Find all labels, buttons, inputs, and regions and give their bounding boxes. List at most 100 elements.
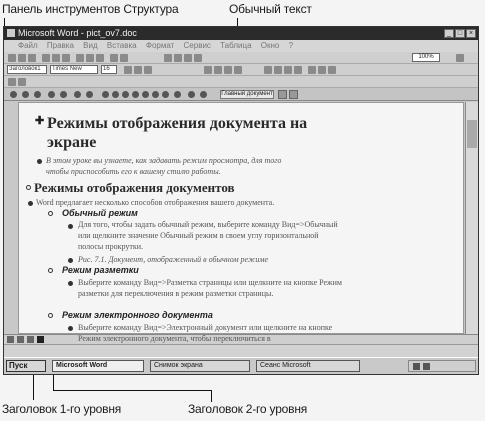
show-level-2-icon[interactable] (112, 91, 119, 98)
size-select[interactable]: 16 (101, 65, 117, 74)
move-down-icon[interactable] (60, 91, 67, 98)
align-right-icon[interactable] (224, 66, 232, 74)
maximize-button[interactable]: □ (455, 29, 465, 38)
drawing-icon[interactable] (184, 54, 192, 62)
preview-icon[interactable] (52, 54, 60, 62)
promote-icon[interactable] (10, 91, 17, 98)
italic-icon[interactable] (134, 66, 142, 74)
font-select[interactable]: Times New Roman (50, 65, 98, 74)
section-intro: Word предлагает несколько способов отобр… (36, 198, 275, 207)
body-text-bullet (37, 159, 42, 164)
undo-icon[interactable] (110, 54, 118, 62)
show-formatting-icon[interactable] (200, 91, 207, 98)
align-center-icon[interactable] (214, 66, 222, 74)
title-bar: Microsoft Word - pict_ov7.doc _ □ × (4, 27, 478, 40)
cut-icon[interactable] (76, 54, 84, 62)
menu-file[interactable]: Файл (18, 41, 38, 50)
body-text-bullet (68, 258, 73, 263)
normal-view-button[interactable] (7, 336, 14, 343)
scroll-thumb[interactable] (467, 120, 477, 148)
outline-view-button[interactable] (37, 336, 44, 343)
word-app-icon (7, 29, 15, 37)
spelling-icon[interactable] (62, 54, 70, 62)
print-icon[interactable] (42, 54, 50, 62)
open-icon[interactable] (18, 54, 26, 62)
copy-icon[interactable] (86, 54, 94, 62)
heading1-outline-symbol[interactable]: ✚ (35, 116, 44, 127)
save-icon[interactable] (28, 54, 36, 62)
font-color-icon[interactable] (328, 66, 336, 74)
underline-icon[interactable] (144, 66, 152, 74)
menu-help[interactable]: ? (289, 41, 293, 50)
heading2-outline-symbol[interactable] (26, 185, 31, 190)
numbering-icon[interactable] (264, 66, 272, 74)
master-document-button[interactable]: Главный документ (220, 90, 274, 99)
master-doc-view-icon[interactable] (278, 90, 287, 99)
justify-icon[interactable] (234, 66, 242, 74)
help-icon[interactable] (456, 54, 464, 62)
show-hide-icon[interactable] (194, 54, 202, 62)
show-level-6-icon[interactable] (152, 91, 159, 98)
paste-icon[interactable] (96, 54, 104, 62)
taskbar-item-word[interactable]: Microsoft Word (52, 360, 144, 372)
show-level-1-icon[interactable] (102, 91, 109, 98)
heading3-outline-symbol[interactable] (48, 268, 53, 273)
figure-caption: Рис. 7.1. Документ, отображенный в обычн… (78, 255, 269, 264)
formatting-toolbar: Заголовок1 Times New Roman 16 (4, 64, 478, 76)
close-button[interactable]: × (466, 29, 476, 38)
tray-icon (413, 363, 420, 370)
redo-icon[interactable] (120, 54, 128, 62)
decrease-indent-icon[interactable] (284, 66, 292, 74)
leader-line-heading2-down (211, 390, 212, 402)
tray-icon (423, 363, 430, 370)
show-level-3-icon[interactable] (122, 91, 129, 98)
style-select[interactable]: Заголовок1 (7, 65, 47, 74)
taskbar: Пуск Microsoft Word Снимок экрана Сеанс … (4, 357, 478, 374)
online-layout-view-button[interactable] (17, 336, 24, 343)
bold-icon[interactable] (124, 66, 132, 74)
bullets-icon[interactable] (274, 66, 282, 74)
outline-toolbar: Главный документ (4, 88, 478, 101)
show-level-5-icon[interactable] (142, 91, 149, 98)
heading3-outline-symbol[interactable] (48, 313, 53, 318)
table-icon[interactable] (164, 54, 172, 62)
show-level-4-icon[interactable] (132, 91, 139, 98)
item-heading-online: Режим электронного документа (62, 310, 213, 320)
taskbar-item-2[interactable]: Снимок экрана (150, 360, 250, 372)
minimize-button[interactable]: _ (444, 29, 454, 38)
heading3-outline-symbol[interactable] (48, 211, 53, 216)
taskbar-item-3[interactable]: Сеанс Microsoft (256, 360, 360, 372)
zoom-box[interactable]: 100% (412, 53, 440, 62)
align-left-icon[interactable] (204, 66, 212, 74)
show-level-7-icon[interactable] (162, 91, 169, 98)
collapse-icon[interactable] (86, 91, 93, 98)
menu-table[interactable]: Таблица (220, 41, 251, 50)
start-button[interactable]: Пуск (6, 360, 46, 372)
subdocument-icon[interactable] (289, 90, 298, 99)
menu-view[interactable]: Вид (83, 41, 97, 50)
menu-tools[interactable]: Сервис (184, 41, 211, 50)
new-document-icon[interactable] (8, 54, 16, 62)
menu-insert[interactable]: Вставка (107, 41, 137, 50)
section-heading: Режимы отображения документов (34, 180, 235, 195)
page-layout-view-button[interactable] (27, 336, 34, 343)
menu-edit[interactable]: Правка (47, 41, 74, 50)
demote-to-body-icon[interactable] (34, 91, 41, 98)
expand-icon[interactable] (74, 91, 81, 98)
borders-icon[interactable] (308, 66, 316, 74)
extra-toolbar (4, 76, 478, 88)
move-up-icon[interactable] (48, 91, 55, 98)
show-all-icon[interactable] (174, 91, 181, 98)
window-title: Microsoft Word - pict_ov7.doc (18, 28, 137, 38)
increase-indent-icon[interactable] (294, 66, 302, 74)
first-line-only-icon[interactable] (188, 91, 195, 98)
vertical-scrollbar[interactable] (465, 102, 478, 334)
standard-toolbar: 100% (4, 52, 478, 64)
columns-icon[interactable] (174, 54, 182, 62)
highlight-icon[interactable] (318, 66, 326, 74)
demote-icon[interactable] (22, 91, 29, 98)
extra-tool-2-icon[interactable] (18, 78, 26, 86)
menu-format[interactable]: Формат (146, 41, 174, 50)
extra-tool-1-icon[interactable] (8, 78, 16, 86)
menu-window[interactable]: Окно (261, 41, 280, 50)
